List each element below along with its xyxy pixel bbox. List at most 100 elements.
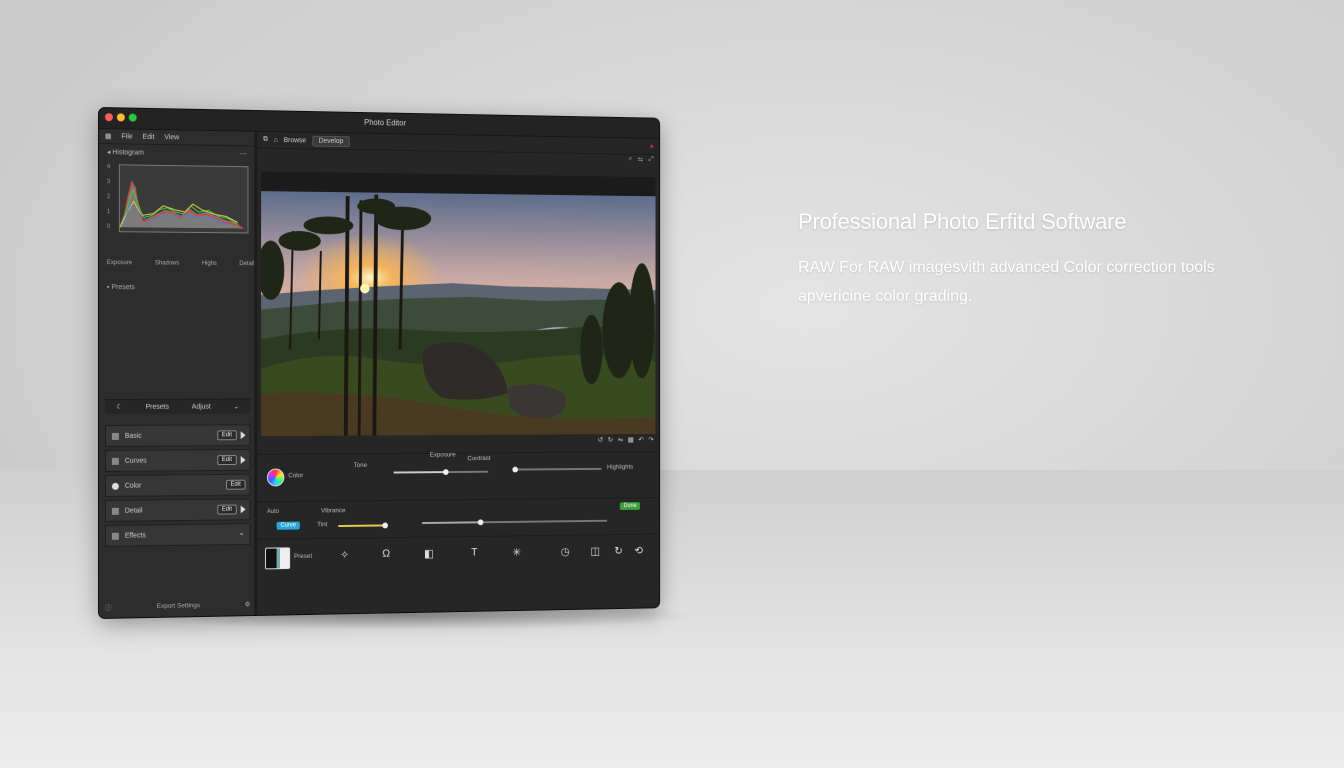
tint-slider[interactable] [338, 522, 388, 529]
undo-icon[interactable]: ↶ [638, 436, 643, 449]
close-tab-icon[interactable]: ● [650, 143, 654, 150]
play-icon[interactable] [240, 431, 246, 440]
histogram-settings-icon[interactable]: ⋯ [240, 150, 247, 158]
left-panel: ▦ File Edit View ◂ Histogram ⋯ 4 3 2 1 0 [99, 129, 258, 618]
view-controls: ⌕ ⇆ ⤢ [629, 156, 654, 164]
tools-row: Preset ✧ Ω ◧ T ✳ ◷ ◫ ↻ ⟲ [257, 533, 660, 570]
grid-icon[interactable]: ▦ [105, 132, 112, 140]
y-tick: 0 [106, 224, 111, 231]
cycle-icon[interactable]: ⟲ [634, 544, 642, 557]
pin-icon[interactable]: ⌁ [240, 530, 244, 538]
x-tick: Detail [239, 261, 255, 268]
basic-icon [111, 432, 119, 440]
magic-wand-icon[interactable]: ✳ [512, 546, 521, 559]
tint-slider-knob[interactable] [382, 522, 388, 529]
vibrance-label: Vibrance [320, 507, 346, 515]
tone-label: Tone [353, 461, 368, 469]
curves-icon [111, 457, 119, 465]
panel-curves[interactable]: Curves Edit [104, 449, 251, 472]
menu-edit[interactable]: Edit [143, 133, 155, 140]
fullscreen-icon[interactable]: ⤢ [649, 156, 654, 164]
tab-presets[interactable]: Presets [146, 403, 169, 410]
menu-file[interactable]: File [121, 133, 132, 140]
x-tick: Shadows [154, 260, 180, 267]
histogram-title: Histogram [112, 149, 144, 157]
histogram-graph [119, 164, 249, 234]
tint-label: Tint [317, 521, 328, 529]
camera-icon[interactable]: ◫ [590, 545, 600, 558]
color-adjust-row: Color Tone Exposure Contrast Highlights [257, 451, 660, 501]
redo-icon[interactable]: ↷ [648, 436, 653, 449]
timer-icon[interactable]: ◷ [561, 545, 570, 558]
exposure-slider-fill [393, 471, 446, 474]
panel-effects[interactable]: Effects ⌁ [104, 523, 251, 547]
x-tick: Exposure [106, 260, 133, 267]
tone-adjust-row: Auto Curve Tint Vibrance Done [257, 497, 660, 538]
play-icon[interactable] [240, 455, 246, 464]
marketing-description: RAW For RAW imagesvith advanced Color co… [798, 259, 1215, 305]
tab-develop[interactable]: Develop [311, 135, 351, 147]
split-view-icon[interactable]: ◧ [424, 547, 434, 560]
vibrance-slider[interactable] [422, 519, 607, 526]
presets-section: ▪ Presets [99, 264, 254, 292]
vibrance-slider-knob[interactable] [478, 519, 484, 526]
flip-icon[interactable]: ⇋ [618, 436, 623, 449]
panel-curves-label: Curves [124, 457, 147, 465]
zoom-icon[interactable]: ⌕ [629, 156, 633, 164]
settings-gear-icon[interactable]: ⚙ [245, 600, 251, 608]
wheel-label: Color [288, 472, 304, 480]
detail-icon [111, 507, 119, 515]
panel-detail-control[interactable]: Edit [216, 504, 237, 515]
left-footer: ⓘ Export Settings ⚙ [105, 599, 250, 612]
panel-color-control[interactable]: Edit [225, 479, 246, 490]
photo-editor-window: Photo Editor ▦ File Edit View ◂ Histogra… [99, 108, 660, 618]
menu-view[interactable]: View [164, 134, 179, 141]
panel-color-label: Color [124, 482, 142, 490]
auto-chip[interactable]: Auto [263, 508, 283, 516]
panel-curves-control[interactable]: Edit [216, 455, 237, 466]
tab-adjust[interactable]: Adjust [192, 403, 211, 410]
contrast-slider-knob[interactable] [512, 466, 519, 473]
main-area: ⧉ ⌂ Browse Develop ● ⌕ ⇆ ⤢ ↺ ↻ ⇋ ▦ ↶ ↷ C… [257, 131, 660, 615]
color-wheel-icon[interactable] [266, 468, 285, 487]
home-icon[interactable]: ⌂ [274, 137, 278, 144]
done-button[interactable]: Done [619, 502, 641, 511]
brush-icon[interactable]: ✧ [340, 548, 349, 561]
marketing-headline: Professional Photo Erfitd Software [798, 209, 1127, 234]
text-tool-icon[interactable]: T [471, 547, 477, 559]
panel-basic-control[interactable]: Edit [216, 430, 237, 441]
grid-toggle-icon[interactable]: ▦ [628, 436, 634, 449]
preset-swatch[interactable] [264, 547, 291, 570]
histogram-x-ticks: Exposure Shadows Highs Detail [107, 260, 254, 267]
curve-chip[interactable]: Curve [276, 521, 300, 530]
image-canvas[interactable] [261, 171, 656, 437]
expand-icon[interactable]: ⌄ [233, 403, 239, 411]
rotate-left-icon[interactable]: ↺ [598, 436, 603, 450]
y-tick: 4 [106, 164, 111, 171]
panel-detail[interactable]: Detail Edit [104, 498, 251, 522]
crop-icon[interactable]: ⧉ [263, 136, 268, 144]
exposure-slider[interactable] [393, 469, 489, 476]
presets-label: Presets [111, 284, 135, 292]
y-tick: 3 [106, 179, 111, 186]
exposure-slider-knob[interactable] [442, 469, 449, 476]
refresh-icon[interactable]: ↻ [614, 545, 622, 558]
panel-basic-label: Basic [124, 432, 142, 440]
canvas-controls: ↺ ↻ ⇋ ▦ ↶ ↷ [257, 436, 659, 452]
histogram-header: ◂ Histogram ⋯ [99, 144, 254, 162]
rotate-right-icon[interactable]: ↻ [608, 436, 613, 449]
info-icon[interactable]: ⓘ [105, 602, 111, 612]
panel-basic[interactable]: Basic Edit [104, 424, 251, 447]
histogram-y-ticks: 4 3 2 1 0 [107, 164, 110, 230]
play-icon[interactable] [240, 505, 246, 514]
moon-icon[interactable]: ☾ [116, 403, 122, 411]
lasso-icon[interactable]: Ω [382, 548, 390, 560]
contrast-label: Contrast [467, 455, 491, 463]
compare-icon[interactable]: ⇆ [638, 156, 643, 164]
vibrance-slider-fill [422, 521, 479, 524]
x-tick: Highs [201, 260, 217, 267]
contrast-slider[interactable] [512, 466, 602, 473]
panel-color[interactable]: Color Edit [104, 473, 251, 497]
toolbar-browse[interactable]: Browse [284, 137, 307, 144]
color-dot-icon [111, 482, 119, 490]
